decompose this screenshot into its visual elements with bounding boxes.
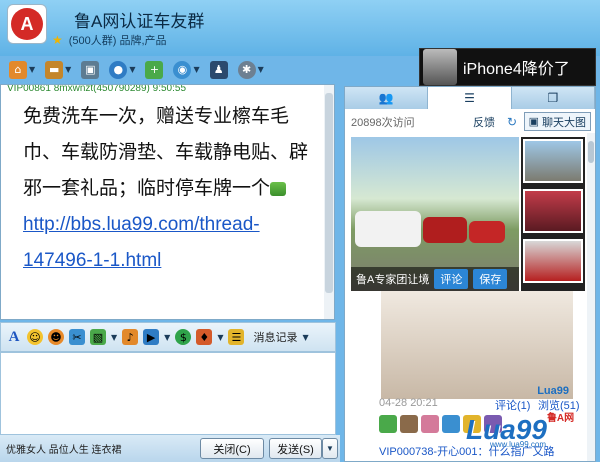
event-photo[interactable]: Lua99	[381, 291, 573, 399]
message-input[interactable]	[0, 352, 336, 435]
photo-caption: 鲁A专家团让境	[356, 274, 430, 286]
save-button[interactable]: 保存	[473, 269, 508, 289]
big-picture-label: 聊天大图	[542, 116, 586, 129]
chevron-down-icon: ▼	[65, 65, 72, 74]
send-options-button[interactable]: ▼	[322, 438, 338, 459]
font-icon[interactable]: A	[6, 329, 22, 345]
chevron-down-icon[interactable]: ▼	[217, 333, 223, 342]
chevron-down-icon: ▼	[29, 65, 36, 74]
folder-button[interactable]: ▬ ▼	[42, 59, 74, 81]
currency-icon[interactable]: $	[175, 329, 192, 345]
album-icon: ▣	[81, 60, 100, 79]
photo-caption-bar: 鲁A专家团让境 评论 保存	[351, 267, 519, 291]
avatar[interactable]	[400, 415, 418, 433]
tab-members[interactable]: 👥	[345, 87, 429, 109]
message-history-button[interactable]: 消息记录	[253, 329, 297, 345]
list-icon: ☰	[464, 91, 475, 105]
home-icon: ⌂	[9, 60, 27, 79]
close-button[interactable]: 关闭(C)	[200, 438, 264, 459]
feedback-link[interactable]: 反馈	[473, 114, 495, 130]
chat-message: 免费洗车一次，赠送专业檫车毛巾、车载防滑垫、车载静电贴、辟邪一套礼品；临时停车牌…	[23, 99, 323, 279]
tab-list[interactable]: ☰	[428, 87, 512, 109]
gift-icon	[270, 181, 287, 196]
panel-info-row: 20898次访问 反馈 ↻ ▣ 聊天大图	[345, 111, 595, 133]
message-sender-info: VIP00861 8mxwnzt(450790289) 9:50:55	[7, 84, 187, 94]
picture-icon: ▣	[528, 116, 539, 128]
settings-button[interactable]: ✱ ▼	[235, 59, 267, 81]
gift-box-icon[interactable]: ♦	[196, 329, 213, 345]
music-icon[interactable]: ♪	[122, 329, 139, 345]
avatar[interactable]	[421, 415, 439, 433]
format-toolbar: A ☺ ☻ ✂ ▧ ▼ ♪ ▶ ▼ $ ♦ ▼ ☰ 消息记录 ▼	[0, 322, 336, 352]
chevron-down-icon: ▼	[129, 65, 136, 74]
bottom-bar: 优雅女人 品位人生 连衣裙 关闭(C) 发送(S) ▼	[0, 435, 340, 462]
red-car	[423, 217, 467, 243]
video-icon[interactable]: ▶	[143, 329, 160, 345]
star-icon: ★	[52, 33, 63, 47]
logo-mark: A	[11, 8, 43, 40]
thumbnail-strip	[521, 137, 585, 291]
visit-count: 20898次访问	[351, 117, 415, 129]
chat-bubble-icon: ●	[109, 60, 128, 79]
chevron-down-icon[interactable]: ▼	[302, 333, 308, 342]
chat-bubble-button[interactable]: ● ▼	[106, 59, 138, 81]
tab-windows[interactable]: ❐	[512, 87, 595, 109]
phone-image	[423, 49, 457, 85]
image-icon[interactable]: ▧	[90, 329, 106, 345]
emoji-icon[interactable]: ☺	[27, 329, 43, 345]
police-button[interactable]: ♟	[207, 59, 231, 81]
ad-text: iPhone4降价了	[463, 61, 570, 78]
watermark-domain: www.lua99.com	[490, 440, 547, 449]
thumbnail[interactable]	[523, 139, 583, 183]
comment-button[interactable]: 评论	[434, 269, 469, 289]
chevron-down-icon: ▼	[257, 65, 264, 74]
album-button[interactable]: ▣	[78, 59, 102, 81]
screenshot-icon[interactable]: ✂	[69, 329, 85, 345]
police-icon: ♟	[209, 60, 228, 79]
message-link[interactable]: http://bbs.lua99.com/thread-147496-1-1.h…	[23, 214, 260, 271]
thumbnail[interactable]	[523, 239, 583, 283]
big-picture-button[interactable]: ▣ 聊天大图	[523, 112, 591, 131]
message-text: 免费洗车一次，赠送专业檫车毛巾、车载防滑垫、车载静电贴、辟邪一套礼品；临时停车牌…	[23, 106, 309, 199]
chat-scrollbar-thumb[interactable]	[325, 93, 333, 293]
group-subtitle: ★ (500人群) 品牌,产品	[52, 32, 167, 48]
gear-icon: ✱	[237, 60, 256, 79]
windows-icon: ❐	[547, 91, 559, 105]
group-toolbar: ⌂ ▼ ▬ ▼ ▣ ● ▼ + ◉ ▼ ♟ ✱ ▼	[0, 56, 420, 83]
chevron-down-icon: ▼	[326, 444, 334, 453]
photo-watermark: Lua99	[537, 385, 569, 397]
history-icon[interactable]: ☰	[228, 329, 245, 345]
thumbnail[interactable]	[523, 189, 583, 233]
photo-date: 04-28 20:21	[379, 397, 438, 409]
chevron-down-icon: ▼	[193, 65, 200, 74]
chat-scrollbar[interactable]	[324, 85, 334, 319]
group-logo[interactable]: A	[7, 4, 47, 44]
send-button[interactable]: 发送(S)	[269, 438, 322, 459]
watermark-suffix: 鲁A网	[546, 413, 575, 424]
panel-tabs: 👥 ☰ ❐	[345, 87, 595, 109]
add-app-icon: +	[145, 60, 164, 79]
bottom-ad-text[interactable]: 优雅女人 品位人生 连衣裙	[6, 441, 122, 456]
magic-emoji-icon[interactable]: ☻	[48, 329, 64, 345]
group-name: 鲁A网认证车友群	[74, 12, 205, 31]
webcam-icon: ◉	[173, 60, 192, 79]
panel-scrollbar-thumb[interactable]	[588, 141, 594, 163]
iphone-ad-banner[interactable]: iPhone4降价了	[419, 48, 596, 86]
home-button[interactable]: ⌂ ▼	[6, 59, 38, 81]
avatar[interactable]	[379, 415, 397, 433]
members-icon: 👥	[378, 91, 394, 105]
red-car	[469, 221, 505, 243]
chevron-down-icon[interactable]: ▼	[111, 333, 117, 342]
group-member-info: (500人群) 品牌,产品	[68, 35, 167, 47]
folder-icon: ▬	[45, 60, 64, 79]
webcam-button[interactable]: ◉ ▼	[170, 59, 202, 81]
add-app-button[interactable]: +	[142, 59, 166, 81]
refresh-icon[interactable]: ↻	[507, 115, 517, 129]
white-car	[355, 211, 421, 247]
main-photo[interactable]: 鲁A专家团让境 评论 保存	[351, 137, 519, 291]
chevron-down-icon[interactable]: ▼	[164, 333, 170, 342]
avatar[interactable]	[442, 415, 460, 433]
chat-history[interactable]: VIP00861 8mxwnzt(450790289) 9:50:55 免费洗车…	[0, 84, 335, 320]
